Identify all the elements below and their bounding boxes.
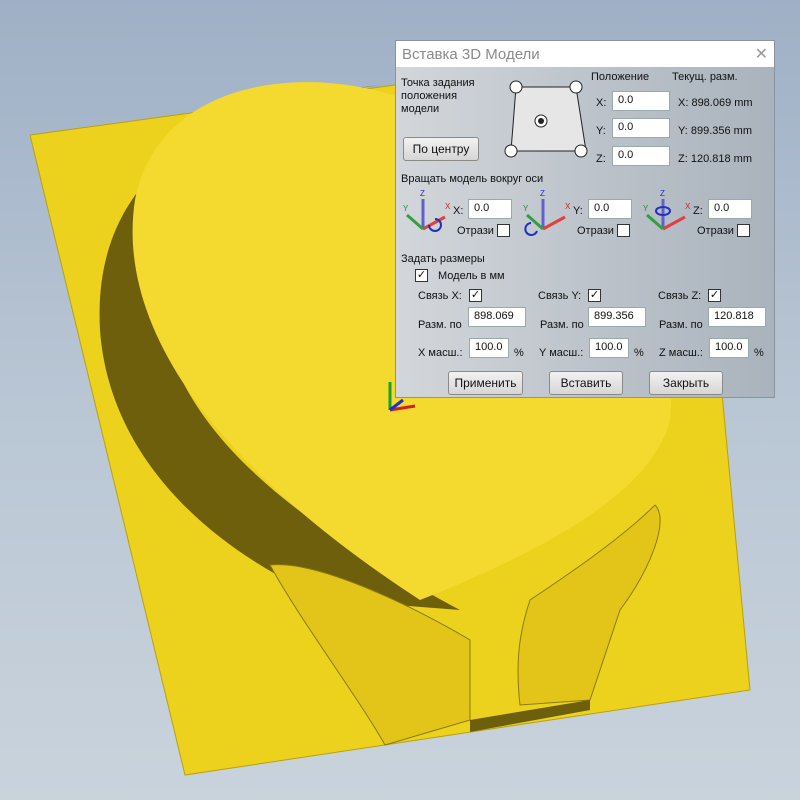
pos-x-input[interactable]: 0.0 [612, 91, 670, 111]
sizes-label: Задать размеры [401, 253, 485, 265]
mirror-y-label: Отрази [577, 225, 614, 237]
size-z-label: Разм. по [659, 319, 703, 331]
rot-z-input[interactable]: 0.0 [708, 199, 752, 219]
size-x-input[interactable]: 898.069 [468, 307, 526, 327]
scale-y-label: Y масш.: [539, 347, 584, 359]
svg-text:X: X [565, 202, 571, 211]
rot-z-label: Z: [693, 205, 703, 217]
size-y-label: Разм. по [540, 319, 584, 331]
scale-y-input[interactable]: 100.0 [589, 338, 629, 358]
rotate-y-group: Z X Y Y: 0.0 Отрази [521, 187, 641, 241]
center-button[interactable]: По центру [403, 137, 479, 161]
mirror-y-checkbox[interactable] [617, 224, 630, 237]
pos-z-label: Z: [596, 153, 606, 165]
scale-x-percent: % [514, 347, 524, 359]
anchor-label: Точка задания положения модели [401, 77, 475, 115]
rot-x-label: X: [453, 205, 464, 217]
rotate-label: Вращать модель вокруг оси [401, 173, 544, 185]
scale-z-label: Z масш.: [659, 347, 703, 359]
pos-z-input[interactable]: 0.0 [612, 146, 670, 166]
size-z-readout: Z: 120.818 mm [678, 153, 752, 165]
size-y-readout: Y: 899.356 mm [678, 125, 752, 137]
current-size-header: Текущ. разм. [672, 71, 738, 83]
scale-z-percent: % [754, 347, 764, 359]
rotate-z-axis-icon: Z X Y [643, 189, 691, 231]
model-mm-label: Модель в мм [438, 270, 505, 282]
scale-x-input[interactable]: 100.0 [469, 338, 509, 358]
link-y-checkbox[interactable]: ✓ [588, 289, 601, 302]
link-z-checkbox[interactable]: ✓ [708, 289, 721, 302]
link-x-checkbox[interactable]: ✓ [469, 289, 482, 302]
apply-button[interactable]: Применить [448, 371, 523, 395]
title-bar: Вставка 3D Модели ✕ [396, 41, 774, 67]
rotate-x-group: Z X Y X: 0.0 Отрази [401, 187, 521, 241]
rot-y-input[interactable]: 0.0 [588, 199, 632, 219]
position-header: Положение [591, 71, 650, 83]
mirror-x-label: Отрази [457, 225, 494, 237]
insert-button[interactable]: Вставить [549, 371, 623, 395]
close-button[interactable]: Закрыть [649, 371, 723, 395]
anchor-bottom-right [574, 144, 588, 158]
rotate-z-group: Z X Y Z: 0.0 Отрази [641, 187, 761, 241]
scale-z-input[interactable]: 100.0 [709, 338, 749, 358]
link-z-label: Связь Z: [658, 290, 702, 302]
insert-3d-model-dialog: Вставка 3D Модели ✕ Точка задания положе… [395, 40, 775, 398]
anchor-point-selector[interactable] [491, 73, 591, 163]
rotate-x-axis-icon: Z X Y [403, 189, 451, 232]
svg-text:Z: Z [660, 189, 665, 198]
pos-y-input[interactable]: 0.0 [612, 118, 670, 138]
svg-text:X: X [685, 202, 691, 211]
scale-x-label: X масш.: [418, 347, 463, 359]
pos-x-label: X: [596, 97, 607, 109]
size-x-readout: X: 898.069 mm [678, 97, 753, 109]
link-x-label: Связь X: [418, 290, 462, 302]
anchor-top-right [569, 80, 583, 94]
mirror-z-checkbox[interactable] [737, 224, 750, 237]
rotate-y-axis-icon: Z X Y [523, 189, 571, 236]
size-y-input[interactable]: 899.356 [588, 307, 646, 327]
close-icon[interactable]: ✕ [755, 44, 768, 64]
anchor-bottom-left [504, 144, 518, 158]
rot-y-label: Y: [573, 205, 583, 217]
svg-text:Z: Z [420, 189, 425, 198]
model-mm-checkbox[interactable]: ✓ [415, 269, 428, 282]
pos-y-label: Y: [596, 125, 606, 137]
scale-y-percent: % [634, 347, 644, 359]
svg-text:Y: Y [643, 204, 649, 213]
mirror-x-checkbox[interactable] [497, 224, 510, 237]
mirror-z-label: Отрази [697, 225, 734, 237]
size-x-label: Разм. по [418, 319, 462, 331]
svg-text:Y: Y [523, 204, 529, 213]
rot-x-input[interactable]: 0.0 [468, 199, 512, 219]
size-z-input[interactable]: 120.818 [708, 307, 766, 327]
svg-text:Z: Z [540, 189, 545, 198]
anchor-top-left [509, 80, 523, 94]
svg-text:X: X [445, 202, 451, 211]
svg-text:Y: Y [403, 204, 409, 213]
dialog-title: Вставка 3D Модели [402, 45, 540, 63]
link-y-label: Связь Y: [538, 290, 582, 302]
